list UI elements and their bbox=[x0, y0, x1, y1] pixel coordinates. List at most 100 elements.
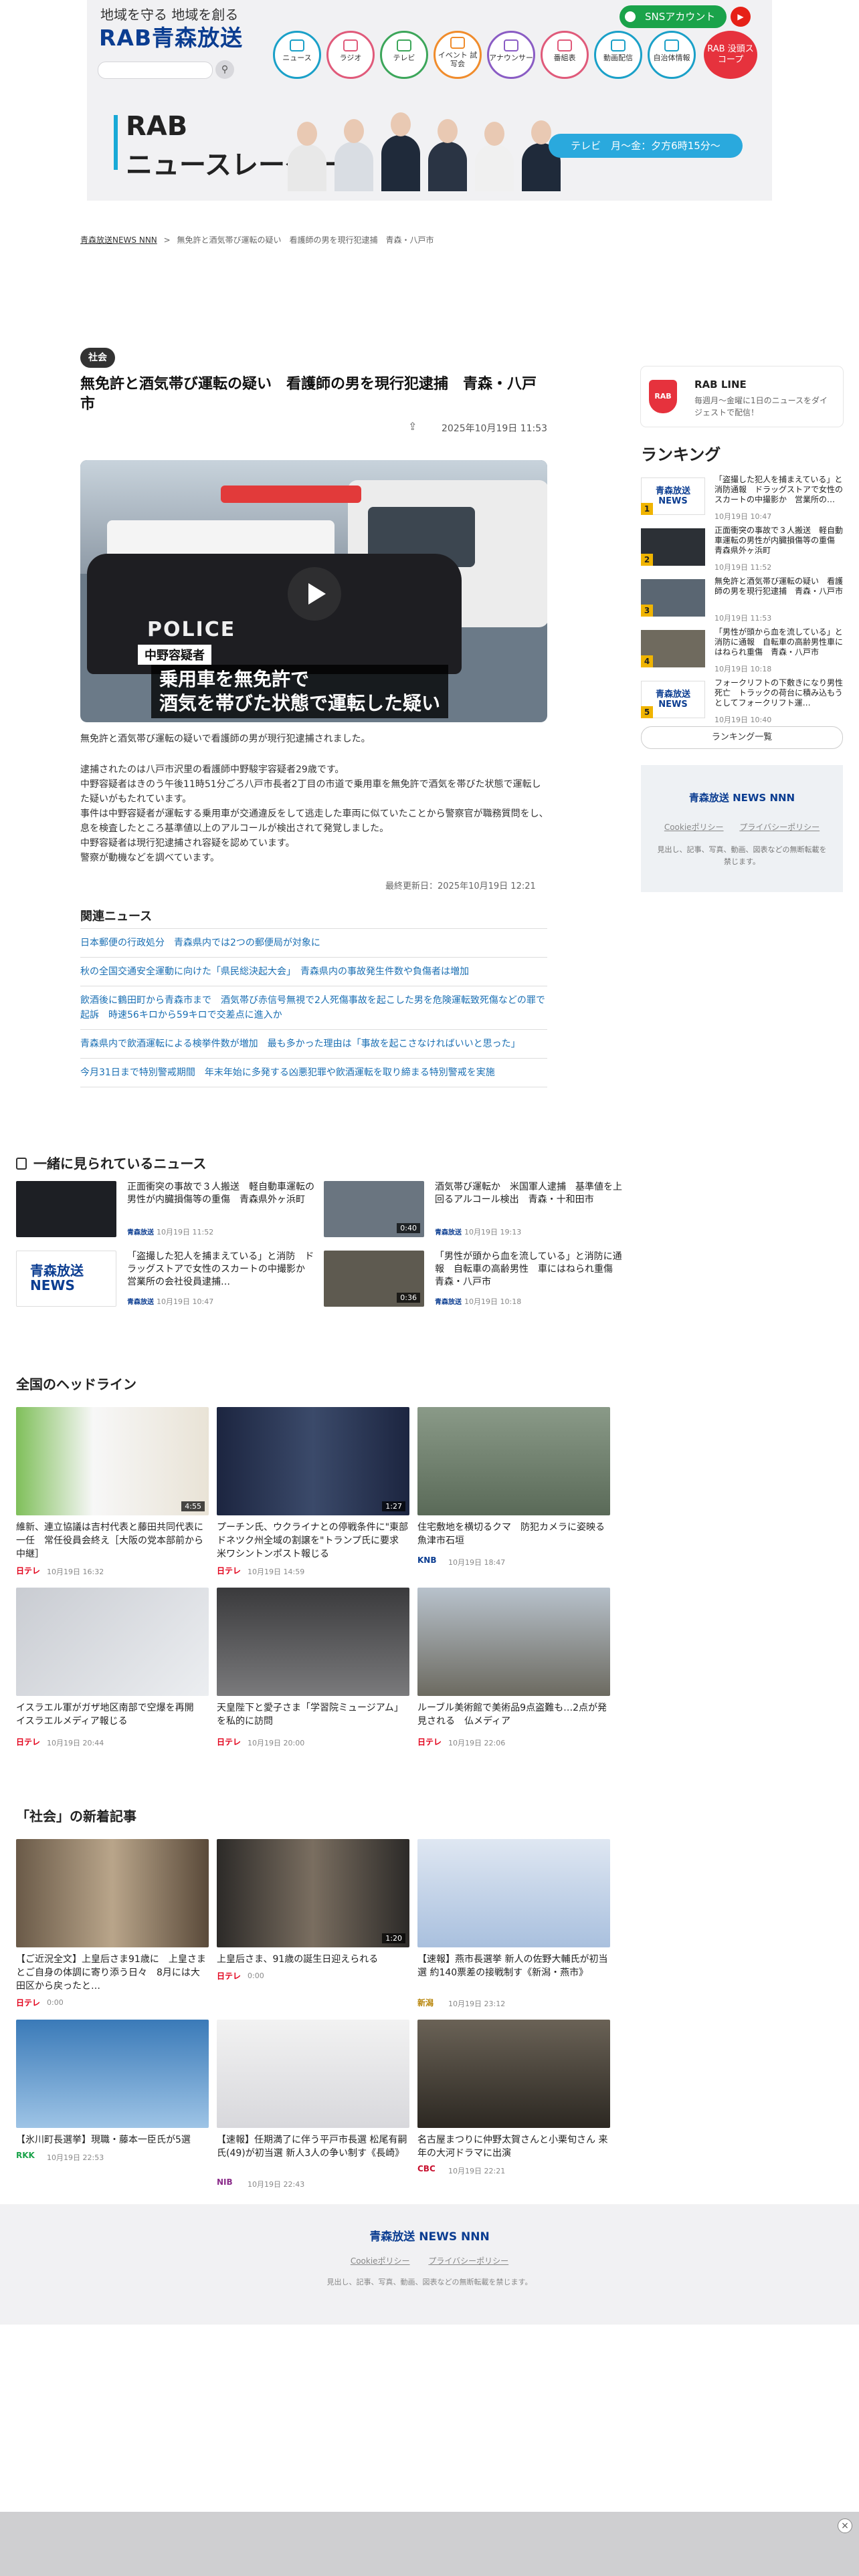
play-icon[interactable] bbox=[288, 567, 341, 621]
ranking-list-button[interactable]: ランキング一覧 bbox=[641, 726, 843, 749]
program-guide-icon bbox=[557, 39, 572, 51]
card-source: 日テレ bbox=[16, 1998, 41, 2008]
rank-number: 3 bbox=[641, 605, 653, 617]
card-title: プーチン氏、ウクライナとの停戦条件に"東部ドネツク州全域の割譲を"トランプ氏に要… bbox=[217, 1522, 409, 1560]
society-card[interactable]: 【速報】燕市長選挙 新人の佐野大輔氏が初当選 約140票差の接戦制す《新潟・燕市… bbox=[417, 1839, 610, 2008]
headline-card[interactable]: 1:27 プーチン氏、ウクライナとの停戦条件に"東部ドネツク州全域の割譲を"トラ… bbox=[217, 1407, 409, 1576]
rank-number: 5 bbox=[641, 706, 653, 718]
headline-card[interactable]: イスラエル軍がガザ地区南部で空爆を再開 イスラエルメディア報じる 日テレ 10月… bbox=[16, 1588, 209, 1747]
society-card[interactable]: 【ご近況全文】上皇后さま91歳に 上皇さまとご自身の体調に寄り添う日々 8月には… bbox=[16, 1839, 209, 2008]
privacy-policy-link[interactable]: プライバシーポリシー bbox=[739, 823, 820, 832]
rab-line-card[interactable]: RAB RAB LINE 毎週月～金曜に1日のニュースをダイジェストで配信！ bbox=[641, 366, 843, 427]
news-icon bbox=[290, 39, 304, 51]
search-input[interactable] bbox=[98, 62, 213, 79]
seen-together-item[interactable]: 青森放送 NEWS 「盗撮した犯人を捕まえている」と消防 ドラッグストアで女性の… bbox=[16, 1251, 317, 1311]
ranking-date: 10月19日 10:18 bbox=[714, 665, 772, 673]
thumbnail bbox=[417, 2020, 610, 2128]
ranking-date: 10月19日 10:47 bbox=[714, 512, 772, 521]
seen-together-item[interactable]: 正面衝突の事故で３人搬送 軽自動車運転の男性が内臓損傷等の重傷 青森県外ヶ浜町 … bbox=[16, 1181, 317, 1241]
close-icon[interactable]: × bbox=[838, 2518, 852, 2533]
headline-card[interactable]: 住宅敷地を横切るクマ 防犯カメラに姿映る 魚津市石垣 KNB 10月19日 18… bbox=[417, 1407, 614, 1567]
ranking-item[interactable]: 3 無免許と酒気帯び運転の疑い 看護師の男を現行犯逮捕 青森・八戸市 10月19… bbox=[641, 576, 843, 623]
article-title: 無免許と酒気帯び運転の疑い 看護師の男を現行犯逮捕 青森・八戸市 bbox=[80, 376, 537, 413]
municipal-icon bbox=[664, 39, 679, 51]
rank-number: 4 bbox=[641, 655, 653, 667]
nav-announcers[interactable]: アナウンサー bbox=[487, 31, 535, 79]
card-source: 日テレ bbox=[16, 1566, 41, 1576]
police-text: POLICE bbox=[147, 618, 236, 641]
headline-card[interactable]: ルーブル美術館で美術品9点盗難も…2点が発見される 仏メディア 日テレ 10月1… bbox=[417, 1588, 610, 1747]
society-card[interactable]: 1:20 上皇后さま、91歳の誕生日迎えられる 日テレ 0:00 bbox=[217, 1839, 409, 1981]
card-title: 住宅敷地を横切るクマ 防犯カメラに姿映る 魚津市石垣 bbox=[417, 1522, 614, 1546]
nav-municipal[interactable]: 自治体情報 bbox=[648, 31, 696, 79]
thumbnail bbox=[217, 1588, 409, 1696]
seen-together-item[interactable]: 0:36 「男性が頭から血を流している」と消防に通報 自転車の高齢男性 車にはね… bbox=[324, 1251, 625, 1311]
bottom-ad-bar[interactable] bbox=[0, 2512, 859, 2576]
document-icon bbox=[16, 1158, 27, 1170]
society-card[interactable]: 【氷川町長選挙】現職・藤本一臣氏が5選 RKK 10月19日 22:53 bbox=[16, 2020, 209, 2162]
thumbnail: 1:20 bbox=[217, 1839, 409, 1947]
headline-card[interactable]: 4:55 維新、連立協議は吉村代表と藤田共同代表に一任 常任役員会終え［大阪の党… bbox=[16, 1407, 209, 1576]
thumbnail bbox=[217, 2020, 409, 2128]
rab-line-description: 毎週月～金曜に1日のニュースをダイジェストで配信！ bbox=[694, 396, 828, 417]
card-title: 【速報】燕市長選挙 新人の佐野大輔氏が初当選 約140票差の接戦制す《新潟・燕市… bbox=[417, 1954, 608, 1978]
card-date: 10月19日 14:59 bbox=[248, 1568, 305, 1576]
sns-account-button[interactable]: SNSアカウント bbox=[619, 5, 727, 28]
nav-news[interactable]: ニュース bbox=[273, 31, 321, 79]
nav-radio[interactable]: ラジオ bbox=[326, 31, 375, 79]
search-icon[interactable]: ⚲ bbox=[215, 60, 234, 79]
related-link[interactable]: 飲酒後に鶴田町から青森市まで 酒気帯び赤信号無視で2人死傷事故を起こした男を危険… bbox=[80, 986, 547, 1029]
breadcrumb-home[interactable]: 青森放送NEWS NNN bbox=[80, 235, 157, 245]
card-title: ルーブル美術館で美術品9点盗難も…2点が発見される 仏メディア bbox=[417, 1703, 607, 1727]
video-caption: 乗用車を無免許で 酒気を帯びた状態で運転した疑い bbox=[151, 665, 449, 718]
ranking-item[interactable]: 青森放送 NEWS 5 フォークリフトの下敷きになり男性死亡 トラックの荷台に積… bbox=[641, 678, 843, 724]
privacy-policy-link[interactable]: プライバシーポリシー bbox=[428, 2256, 508, 2266]
rab-line-logo: RAB bbox=[649, 380, 677, 413]
nav-tv[interactable]: テレビ bbox=[380, 31, 428, 79]
thumbnail bbox=[16, 1839, 209, 1947]
card-source: 新潟 bbox=[417, 1998, 434, 2008]
card-date: 10月19日 20:44 bbox=[47, 1739, 104, 1747]
headline-card[interactable]: 天皇陛下と愛子さま「学習院ミュージアム」を私的に訪問 日テレ 10月19日 20… bbox=[217, 1588, 409, 1747]
society-card[interactable]: 名古屋まつりに仲野太賀さんと小栗旬さん 来年の大河ドラマに出演 CBC 10月1… bbox=[417, 2020, 610, 2175]
card-date: 0:00 bbox=[248, 1971, 264, 1980]
cookie-policy-link[interactable]: Cookieポリシー bbox=[351, 2256, 410, 2266]
thumbnail bbox=[417, 1839, 610, 1947]
card-title: 【ご近況全文】上皇后さま91歳に 上皇さまとご自身の体調に寄り添う日々 8月には… bbox=[16, 1954, 206, 1992]
nav-events[interactable]: イベント 試写会 bbox=[434, 31, 482, 79]
cookie-policy-link[interactable]: Cookieポリシー bbox=[664, 823, 724, 832]
category-badge[interactable]: 社会 bbox=[80, 348, 115, 368]
ranking-title: 「盗撮した犯人を捕まえている」と消防通報 ドラッグストアで女性のスカートの中撮影… bbox=[714, 475, 844, 504]
sidebar-footer-logo[interactable]: 青森放送 NEWS NNN bbox=[641, 790, 843, 804]
site-logo[interactable]: RAB青森放送 bbox=[99, 20, 243, 52]
card-date: 10月19日 22:43 bbox=[248, 2180, 305, 2189]
card-source: 日テレ bbox=[217, 1971, 242, 1981]
news-radar-banner[interactable]: RAB ニュースレーダー テレビ 月～金：夕方6時15分～ bbox=[114, 107, 756, 194]
ranking-list: 青森放送 NEWS 1 「盗撮した犯人を捕まえている」と消防通報 ドラッグストア… bbox=[641, 475, 843, 729]
card-source: 日テレ bbox=[217, 1737, 242, 1747]
card-source: CBC bbox=[417, 2164, 436, 2173]
society-card[interactable]: 【速報】任期満了に伴う平戸市長選 松尾有嗣氏(49)が初当選 新人3人の争い制す… bbox=[217, 2020, 409, 2189]
ranking-item[interactable]: 2 正面衝突の事故で３人搬送 軽自動車運転の男性が内臓損傷等の重傷 青森県外ヶ浜… bbox=[641, 526, 843, 572]
people-icon bbox=[504, 39, 518, 51]
video-player[interactable]: POLICE 中野容疑者 乗用車を無免許で 酒気を帯びた状態で運転した疑い bbox=[80, 460, 547, 722]
ranking-date: 10月19日 11:52 bbox=[714, 563, 772, 572]
last-updated: 最終更新日：2025年10月19日 12:21 bbox=[385, 881, 536, 891]
ranking-item[interactable]: 4 「男性が頭から血を流している」と消防に通報 自転車の高齢男性車にはねられ重傷… bbox=[641, 627, 843, 673]
rank-number: 2 bbox=[641, 554, 653, 566]
seen-together-item[interactable]: 0:40 酒気帯び運転か 米国軍人逮捕 基準値を上回るアルコール検出 青森・十和… bbox=[324, 1181, 625, 1241]
ranking-item[interactable]: 青森放送 NEWS 1 「盗撮した犯人を捕まえている」と消防通報 ドラッグストア… bbox=[641, 475, 844, 521]
youtube-icon[interactable]: ▶ bbox=[731, 7, 751, 27]
card-date: 10月19日 22:53 bbox=[47, 2153, 104, 2162]
share-icon[interactable]: ⇪ bbox=[408, 420, 423, 435]
related-link[interactable]: 日本郵便の行政処分 青森県内では2つの郵便局が対象に bbox=[80, 928, 547, 957]
nav-program-guide[interactable]: 番組表 bbox=[541, 31, 589, 79]
nav-video[interactable]: 動画配信 bbox=[594, 31, 642, 79]
thumbnail: 0:36 bbox=[324, 1251, 424, 1307]
related-link[interactable]: 今月31日まで特別警戒期間 年末年始に多発する凶悪犯罪や飲酒運転を取り締まる特別… bbox=[80, 1058, 547, 1087]
related-link[interactable]: 青森県内で飲酒運転による検挙件数が増加 最も多かった理由は「事故を起こさなければ… bbox=[80, 1029, 547, 1058]
related-link[interactable]: 秋の全国交通安全運動に向けた「県民総決起大会」 青森県内の事故発生件数や負傷者は… bbox=[80, 957, 547, 986]
card-title: 上皇后さま、91歳の誕生日迎えられる bbox=[217, 1954, 379, 1965]
rab-scope-button[interactable]: RAB 没頭スコープ bbox=[704, 31, 757, 79]
footer-logo[interactable]: 青森放送 NEWS NNN bbox=[0, 2227, 859, 2244]
